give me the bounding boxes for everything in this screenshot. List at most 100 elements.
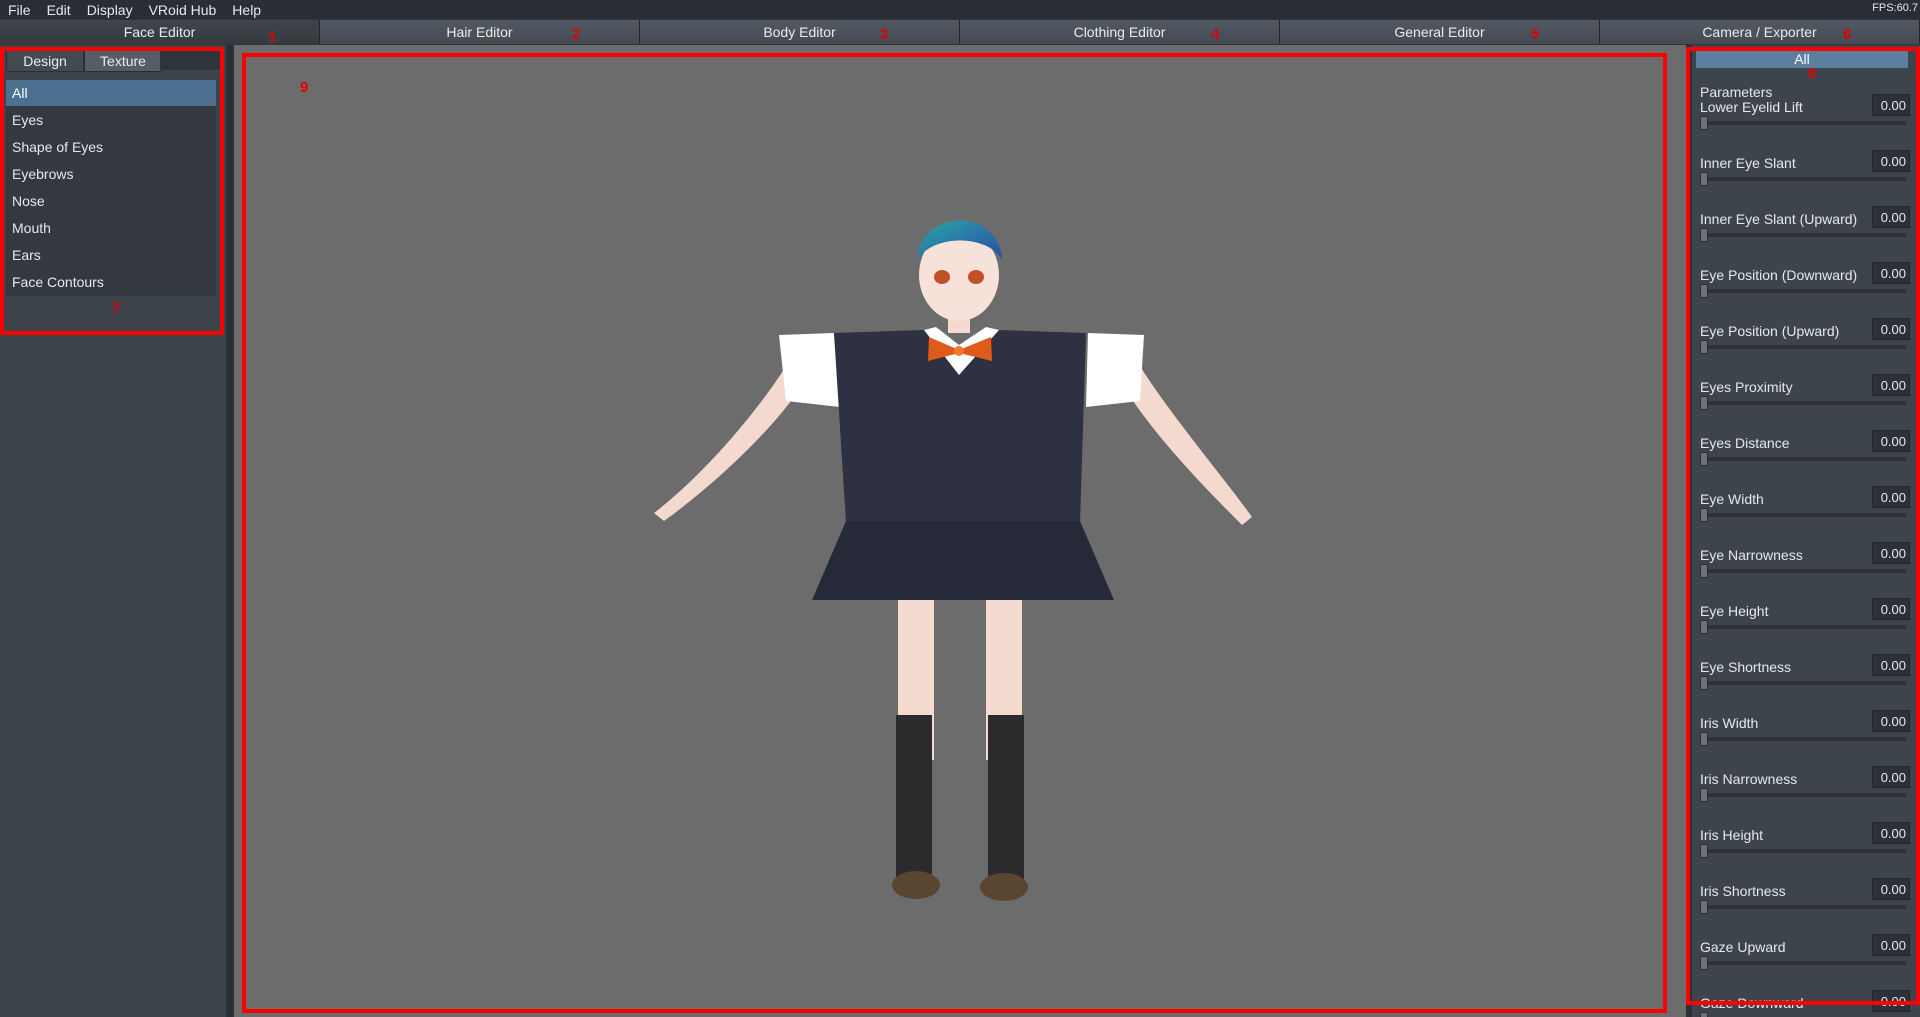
menu-display[interactable]: Display <box>79 2 141 18</box>
parameter-value-input[interactable]: 0.00 <box>1872 598 1910 620</box>
subtab-design[interactable]: Design <box>6 50 84 72</box>
category-eyes[interactable]: Eyes <box>6 107 216 134</box>
parameter-slider-track[interactable] <box>1704 233 1906 237</box>
parameter-row: Iris Narrowness 0.00 <box>1700 766 1910 827</box>
tab-body-editor[interactable]: Body Editor <box>640 20 960 44</box>
parameter-value-input[interactable]: 0.00 <box>1872 94 1910 116</box>
parameter-value-input[interactable]: 0.00 <box>1872 822 1910 844</box>
parameter-slider-handle[interactable] <box>1700 452 1708 466</box>
parameter-slider-handle[interactable] <box>1700 116 1708 130</box>
parameter-value-input[interactable]: 0.00 <box>1872 206 1910 228</box>
3d-viewport[interactable] <box>234 45 1686 1017</box>
annotation-number-7: 7 <box>112 300 121 317</box>
parameter-value-input[interactable]: 0.00 <box>1872 430 1910 452</box>
menu-help[interactable]: Help <box>224 2 269 18</box>
category-face-contours[interactable]: Face Contours <box>6 269 216 296</box>
parameter-slider-track[interactable] <box>1704 177 1906 181</box>
parameter-slider-handle[interactable] <box>1700 844 1708 858</box>
parameter-row: Iris Width 0.00 <box>1700 710 1910 771</box>
category-mouth[interactable]: Mouth <box>6 215 216 242</box>
menu-edit[interactable]: Edit <box>39 2 79 18</box>
annotation-number-5: 5 <box>1531 26 1540 43</box>
category-shape-of-eyes[interactable]: Shape of Eyes <box>6 134 216 161</box>
parameter-label: Eyes Proximity <box>1700 379 1793 395</box>
tab-camera-exporter[interactable]: Camera / Exporter <box>1600 20 1920 44</box>
parameter-slider-handle[interactable] <box>1700 788 1708 802</box>
parameter-slider-handle[interactable] <box>1700 228 1708 242</box>
parameter-slider-track[interactable] <box>1704 681 1906 685</box>
parameter-slider-track[interactable] <box>1704 289 1906 293</box>
parameter-row: Gaze Upward 0.00 <box>1700 934 1910 995</box>
parameter-value-input[interactable]: 0.00 <box>1872 766 1910 788</box>
parameter-slider-track[interactable] <box>1704 961 1906 965</box>
parameter-value-input[interactable]: 0.00 <box>1872 710 1910 732</box>
parameter-slider-track[interactable] <box>1704 569 1906 573</box>
parameter-slider-handle[interactable] <box>1700 732 1708 746</box>
parameter-slider-handle[interactable] <box>1700 284 1708 298</box>
parameter-row: Iris Shortness 0.00 <box>1700 878 1910 939</box>
parameter-slider-track[interactable] <box>1704 625 1906 629</box>
annotation-number-4: 4 <box>1211 26 1220 43</box>
parameter-value-input[interactable]: 0.00 <box>1872 542 1910 564</box>
parameter-value-input[interactable]: 0.00 <box>1872 934 1910 956</box>
category-all[interactable]: All <box>6 80 216 107</box>
parameter-value-input[interactable]: 0.00 <box>1872 374 1910 396</box>
parameter-slider-handle[interactable] <box>1700 564 1708 578</box>
parameter-label: Lower Eyelid Lift <box>1700 99 1803 115</box>
parameter-value-input[interactable]: 0.00 <box>1872 486 1910 508</box>
parameter-label: Inner Eye Slant <box>1700 155 1796 171</box>
parameter-slider-track[interactable] <box>1704 513 1906 517</box>
annotation-number-8: 8 <box>1808 65 1817 82</box>
parameter-slider-handle[interactable] <box>1700 1012 1708 1017</box>
design-texture-tabs: Design Texture <box>6 50 162 72</box>
fps-readout: FPS:60.7 <box>1872 2 1918 14</box>
subtab-texture[interactable]: Texture <box>84 50 162 72</box>
left-divider[interactable] <box>226 45 234 1017</box>
parameter-slider-track[interactable] <box>1704 345 1906 349</box>
parameter-slider-handle[interactable] <box>1700 956 1708 970</box>
parameter-slider-handle[interactable] <box>1700 900 1708 914</box>
parameter-slider-track[interactable] <box>1704 401 1906 405</box>
parameter-row: Eye Width 0.00 <box>1700 486 1910 547</box>
parameters-header-all[interactable]: All <box>1696 50 1908 68</box>
category-eyebrows[interactable]: Eyebrows <box>6 161 216 188</box>
parameter-slider-handle[interactable] <box>1700 676 1708 690</box>
parameter-label: Iris Width <box>1700 715 1759 731</box>
parameter-value-input[interactable]: 0.00 <box>1872 990 1910 1012</box>
parameter-label: Eye Narrowness <box>1700 547 1803 563</box>
parameter-slider-track[interactable] <box>1704 737 1906 741</box>
tab-general-editor[interactable]: General Editor <box>1280 20 1600 44</box>
category-ears[interactable]: Ears <box>6 242 216 269</box>
parameter-value-input[interactable]: 0.00 <box>1872 262 1910 284</box>
parameter-value-input[interactable]: 0.00 <box>1872 318 1910 340</box>
annotation-number-1: 1 <box>268 28 277 45</box>
parameter-slider-track[interactable] <box>1704 905 1906 909</box>
annotation-number-3: 3 <box>880 26 889 43</box>
parameter-label: Eye Height <box>1700 603 1769 619</box>
parameter-slider-handle[interactable] <box>1700 396 1708 410</box>
menu-vroid-hub[interactable]: VRoid Hub <box>141 2 225 18</box>
category-nose[interactable]: Nose <box>6 188 216 215</box>
parameter-row: Eye Height 0.00 <box>1700 598 1910 659</box>
parameter-label: Eye Position (Downward) <box>1700 267 1858 283</box>
parameter-slider-handle[interactable] <box>1700 172 1708 186</box>
annotation-number-2: 2 <box>572 26 581 43</box>
tab-clothing-editor[interactable]: Clothing Editor <box>960 20 1280 44</box>
parameter-slider-track[interactable] <box>1704 849 1906 853</box>
menu-file[interactable]: File <box>0 2 39 18</box>
parameter-slider-track[interactable] <box>1704 457 1906 461</box>
parameter-slider-handle[interactable] <box>1700 340 1708 354</box>
annotation-number-9: 9 <box>300 79 309 96</box>
parameter-slider-track[interactable] <box>1704 121 1906 125</box>
tab-hair-editor[interactable]: Hair Editor <box>320 20 640 44</box>
parameter-slider-track[interactable] <box>1704 793 1906 797</box>
parameter-value-input[interactable]: 0.00 <box>1872 654 1910 676</box>
parameter-row: Inner Eye Slant 0.00 <box>1700 150 1910 211</box>
parameter-value-input[interactable]: 0.00 <box>1872 150 1910 172</box>
parameter-value-input[interactable]: 0.00 <box>1872 878 1910 900</box>
parameter-label: Eye Position (Upward) <box>1700 323 1840 339</box>
category-list: All Eyes Shape of Eyes Eyebrows Nose Mou… <box>6 80 216 296</box>
parameter-slider-handle[interactable] <box>1700 620 1708 634</box>
parameter-slider-handle[interactable] <box>1700 508 1708 522</box>
parameter-row: Eye Narrowness 0.00 <box>1700 542 1910 603</box>
